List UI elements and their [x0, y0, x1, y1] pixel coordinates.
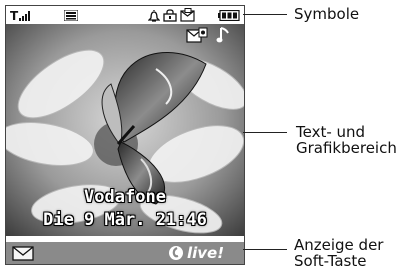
- signal-strength-icon: T: [10, 9, 30, 22]
- callout-label-text-graphics: Text- und Grafikbereich: [296, 123, 397, 157]
- alarm-icon: [148, 10, 160, 22]
- softkey-bar: live!: [6, 242, 244, 264]
- network-3g-icon: [64, 10, 78, 21]
- mms-icon: [186, 27, 208, 43]
- callout-label-symbols: Symbole: [294, 5, 360, 23]
- vodafone-logo-icon: [169, 246, 183, 260]
- callout-line-softkey: [243, 249, 287, 250]
- network-name: Vodafone: [84, 187, 166, 207]
- callout-line-symbols: [243, 14, 287, 15]
- phone-display: T Vodafone Die 9 Mär. 21:46 live!: [5, 5, 245, 265]
- lock-icon: [163, 9, 177, 22]
- status-bar: T: [6, 6, 244, 24]
- softkey-brand-label[interactable]: live!: [187, 244, 224, 262]
- envelope-icon[interactable]: [12, 246, 34, 261]
- callout-label-softkey: Anzeige der Soft-Taste: [294, 236, 384, 270]
- battery-icon: [218, 10, 240, 21]
- callout-line-text-graphics: [243, 132, 287, 133]
- music-note-icon: [216, 27, 229, 43]
- svg-text:T: T: [10, 9, 19, 22]
- message-icon: [180, 8, 195, 22]
- text-graphics-area: Vodafone Die 9 Mär. 21:46: [6, 24, 244, 236]
- date-time: Die 9 Mär. 21:46: [43, 210, 207, 230]
